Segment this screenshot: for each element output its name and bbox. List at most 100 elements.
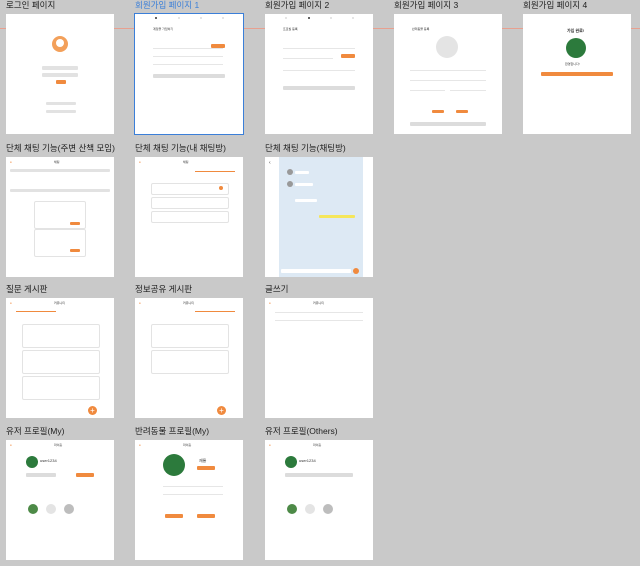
info-board-screen: ● 커뮤니티 + xyxy=(135,298,243,418)
app-logo: ● xyxy=(10,301,12,305)
region-field[interactable] xyxy=(283,70,355,71)
pet-age-field[interactable] xyxy=(450,90,486,91)
message-bubble xyxy=(295,183,313,186)
write-post-button[interactable]: + xyxy=(88,406,97,415)
pet-action-button[interactable] xyxy=(165,514,183,518)
pet-profile-my-screen: ● 마이홈 재롱 xyxy=(135,440,243,560)
post-card[interactable] xyxy=(22,376,100,400)
step-dot xyxy=(178,17,180,19)
pet-action-button[interactable] xyxy=(197,514,215,518)
post-title-field[interactable] xyxy=(275,320,363,321)
nickname-field[interactable] xyxy=(283,58,333,59)
pet-breed-field[interactable] xyxy=(410,80,486,81)
paw-toe-icon xyxy=(56,39,64,47)
edit-pet-button[interactable] xyxy=(197,466,215,470)
edit-profile-button[interactable] xyxy=(76,473,94,477)
gender-option[interactable] xyxy=(432,110,444,113)
pet-info-row xyxy=(163,494,223,495)
frame-title: 로그인 페이지 xyxy=(6,0,56,10)
pet-avatar[interactable] xyxy=(323,504,333,514)
tab-question[interactable] xyxy=(16,311,56,312)
username: user1234 xyxy=(40,458,57,463)
signup1-heading: 계정을 가입하기 xyxy=(153,27,174,31)
signup2-screen: 프로필 등록 xyxy=(265,14,373,134)
kakao-login-button[interactable] xyxy=(46,102,76,105)
avatar xyxy=(287,181,293,187)
pet-photo-placeholder[interactable] xyxy=(436,36,458,58)
step-dot xyxy=(285,17,287,19)
signup3-screen: 반려동물 등록 xyxy=(394,14,502,134)
pet-avatar[interactable] xyxy=(64,504,74,514)
chatroom-item[interactable] xyxy=(151,211,229,223)
user-profile-others-screen: ● 마이홈 user1234 xyxy=(265,440,373,560)
check-button[interactable] xyxy=(341,54,355,58)
post-card[interactable] xyxy=(22,324,100,348)
app-logo: ● xyxy=(269,301,271,305)
frame-title: 글쓰기 xyxy=(265,284,289,294)
tab-bar[interactable] xyxy=(10,169,110,172)
pet-avatar[interactable] xyxy=(46,504,56,514)
password-input[interactable] xyxy=(42,73,78,77)
tab-my-chat[interactable] xyxy=(195,171,235,172)
chatroom-item[interactable] xyxy=(151,183,229,195)
password-field[interactable] xyxy=(153,56,223,57)
step-dot xyxy=(308,17,310,19)
frame-title: 단체 채팅 기능(주변 산책 모임) xyxy=(6,143,115,153)
post-card[interactable] xyxy=(151,350,229,374)
pet-avatar[interactable] xyxy=(287,504,297,514)
join-button[interactable] xyxy=(70,222,80,225)
app-logo: ● xyxy=(10,160,12,164)
pet-gender-field[interactable] xyxy=(410,90,445,91)
send-button[interactable] xyxy=(353,268,359,274)
neuter-option[interactable] xyxy=(456,110,468,113)
google-login-button[interactable] xyxy=(46,110,76,113)
start-button[interactable] xyxy=(541,72,613,76)
tab-info[interactable] xyxy=(195,311,235,312)
user-avatar xyxy=(285,456,297,468)
post-card[interactable] xyxy=(22,350,100,374)
app-logo: ● xyxy=(139,301,141,305)
step-dot xyxy=(200,17,202,19)
next-button[interactable] xyxy=(283,86,355,90)
join-button[interactable] xyxy=(70,249,80,252)
message-input[interactable] xyxy=(281,269,351,273)
login-screen xyxy=(6,14,114,134)
pet-name: 재롱 xyxy=(199,458,207,463)
login-button[interactable] xyxy=(56,80,66,84)
chatroom-screen: ‹ xyxy=(265,157,373,277)
signup4-subtitle: 환영합니다! xyxy=(565,62,580,66)
app-logo: ● xyxy=(139,443,141,447)
pet-name-field[interactable] xyxy=(410,70,486,71)
category-select[interactable] xyxy=(275,312,363,313)
frame-title: 유저 프로필(My) xyxy=(6,426,65,436)
id-input[interactable] xyxy=(42,66,78,70)
pet-avatar xyxy=(163,454,185,476)
name-field[interactable] xyxy=(283,48,355,49)
signup4-heading: 가입 완료! xyxy=(567,28,585,33)
follow-info-button[interactable] xyxy=(26,473,56,477)
chat-header-title: 채팅 xyxy=(183,160,189,164)
app-logo: ● xyxy=(139,160,141,164)
search-input[interactable] xyxy=(10,189,110,192)
email-field[interactable] xyxy=(153,48,223,49)
group-chat-nearby-screen: ● 채팅 xyxy=(6,157,114,277)
board-header-title: 커뮤니티 xyxy=(54,301,66,305)
pet-avatar[interactable] xyxy=(305,504,315,514)
follow-button[interactable] xyxy=(285,473,353,477)
post-card[interactable] xyxy=(151,324,229,348)
chatroom-item[interactable] xyxy=(151,197,229,209)
meetup-card[interactable] xyxy=(34,229,86,257)
board-header-title: 커뮤니티 xyxy=(183,301,195,305)
user-avatar xyxy=(26,456,38,468)
write-post-button[interactable]: + xyxy=(217,406,226,415)
board-header-title: 커뮤니티 xyxy=(313,301,325,305)
app-logo: ● xyxy=(10,443,12,447)
password-confirm-field[interactable] xyxy=(153,64,223,65)
back-icon[interactable]: ‹ xyxy=(269,160,271,166)
next-button[interactable] xyxy=(410,122,486,126)
next-button[interactable] xyxy=(153,74,225,78)
frame-title: 단체 채팅 기능(내 채팅방) xyxy=(135,143,226,153)
frame-title: 유저 프로필(Others) xyxy=(265,426,338,436)
verify-button[interactable] xyxy=(211,44,225,48)
pet-avatar[interactable] xyxy=(28,504,38,514)
